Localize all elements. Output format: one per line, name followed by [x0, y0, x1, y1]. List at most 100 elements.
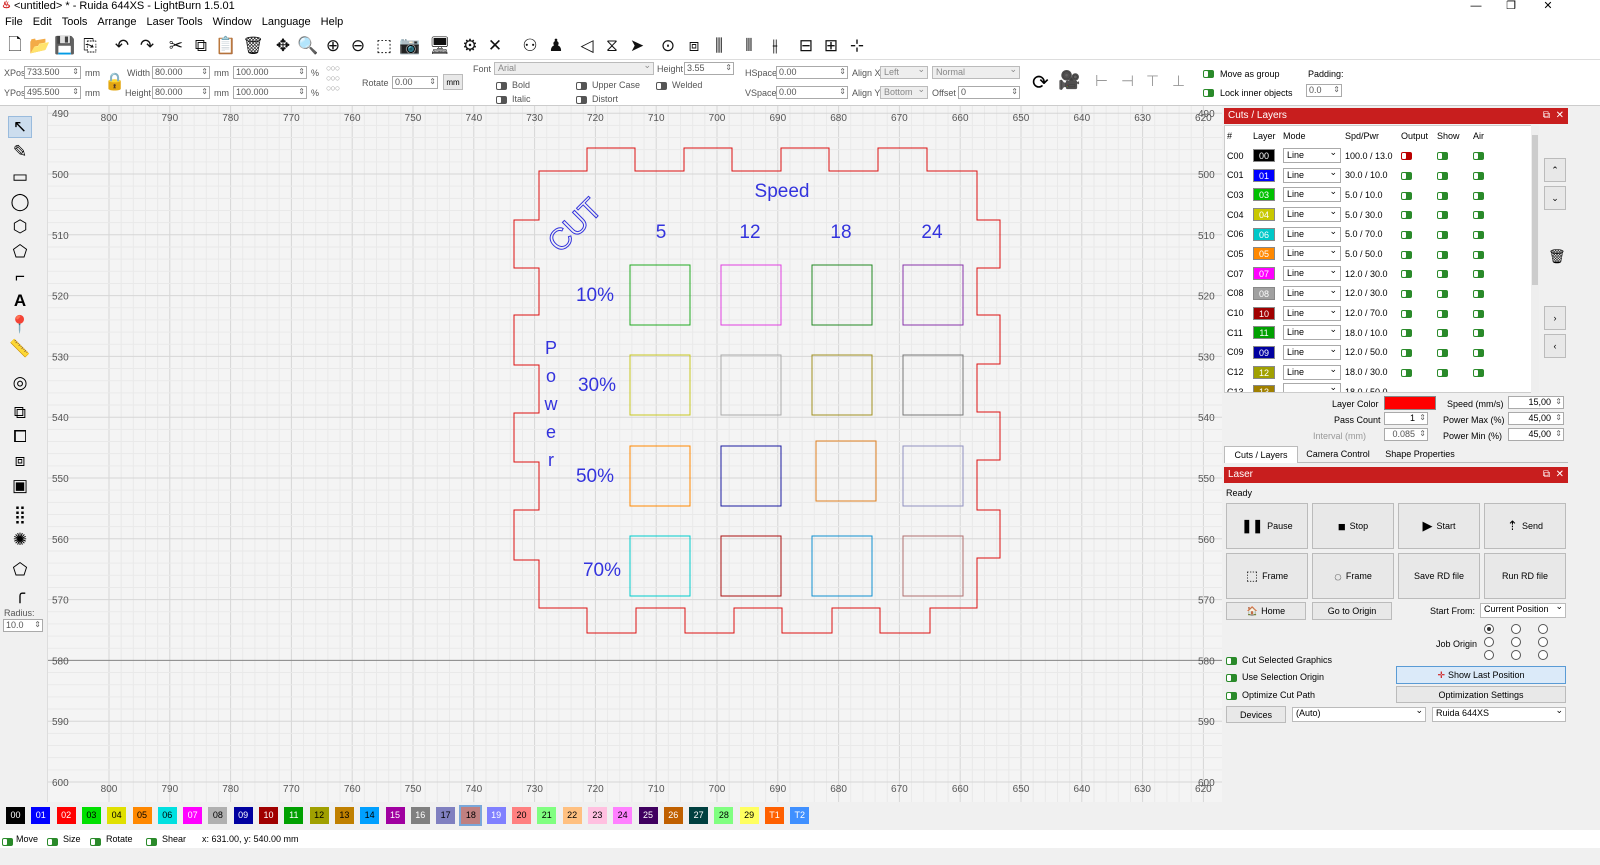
palette-color-29[interactable]: 29 — [739, 807, 759, 824]
palette-color-12[interactable]: 12 — [309, 807, 329, 824]
device-port-select[interactable]: (Auto) — [1292, 705, 1426, 722]
cut-layer-row[interactable]: C06 06 Line 5.0 / 70.0 — [1225, 224, 1507, 244]
layer-mode-select[interactable]: Line — [1283, 205, 1341, 223]
xpos-input[interactable]: 733.500 — [24, 66, 81, 79]
output-toggle[interactable] — [1401, 349, 1412, 358]
vspace-input[interactable]: 0.00 — [776, 86, 848, 99]
cut-selected-toggle[interactable] — [1226, 655, 1237, 667]
cut-icon[interactable]: ✂ — [165, 35, 187, 57]
palette-color-02[interactable]: 02 — [56, 807, 76, 824]
bold-toggle[interactable] — [496, 80, 507, 92]
save-icon[interactable]: 💾 — [54, 35, 76, 57]
align-y-select[interactable]: Bottom — [880, 84, 928, 99]
output-toggle[interactable] — [1401, 191, 1412, 200]
settings-gear-icon[interactable]: ⚙ — [459, 35, 481, 57]
devices-button[interactable]: Devices — [1226, 706, 1286, 723]
run-rd-button[interactable]: Run RD file — [1484, 553, 1566, 599]
output-toggle[interactable] — [1401, 230, 1412, 239]
laser-float-icon[interactable]: ⧉ — [1543, 467, 1550, 483]
tools-icon[interactable]: ✕ — [484, 35, 506, 57]
menu-window[interactable]: Window — [208, 14, 257, 28]
job-origin-radio[interactable] — [1511, 624, 1521, 634]
user-icon[interactable]: ♟ — [545, 35, 567, 57]
start-from-select[interactable]: Current Position — [1480, 601, 1566, 618]
show-toggle[interactable] — [1437, 329, 1448, 338]
layer-swatch[interactable]: 05 — [1253, 247, 1275, 261]
upper-case-toggle[interactable] — [576, 80, 587, 92]
position-marker-icon[interactable]: 📍 — [8, 314, 32, 336]
paste-icon[interactable]: 📋 — [215, 35, 237, 57]
array-grid-icon[interactable]: ⣿ — [8, 504, 32, 526]
air-toggle[interactable] — [1473, 270, 1484, 279]
palette-color-24[interactable]: 24 — [613, 807, 633, 824]
show-toggle[interactable] — [1437, 152, 1448, 161]
font-select[interactable]: Arial — [494, 60, 654, 75]
output-toggle[interactable] — [1401, 329, 1412, 338]
air-toggle[interactable] — [1473, 230, 1484, 239]
cut-layer-row[interactable]: C00 00 Line 100.0 / 13.0 — [1225, 146, 1507, 166]
speed-input[interactable]: 15,00 — [1508, 396, 1564, 409]
layer-color-swatch[interactable] — [1384, 396, 1436, 410]
mirror-icon[interactable]: ⧖ — [601, 35, 623, 57]
palette-color-03[interactable]: 03 — [81, 807, 101, 824]
height-input[interactable]: 80.000 — [152, 86, 210, 99]
palette-color-21[interactable]: 21 — [537, 807, 557, 824]
save-rd-button[interactable]: Save RD file — [1398, 553, 1480, 599]
layer-mode-select[interactable]: Line — [1283, 304, 1341, 321]
palette-color-T2[interactable]: T2 — [790, 807, 810, 824]
palette-color-27[interactable]: 27 — [689, 807, 709, 824]
layer-swatch[interactable]: 01 — [1253, 168, 1275, 182]
output-toggle[interactable] — [1401, 368, 1412, 377]
layer-mode-select[interactable]: Line — [1283, 225, 1341, 242]
air-toggle[interactable] — [1473, 349, 1484, 358]
cut-layer-row[interactable]: C09 09 Line 12.0 / 50.0 — [1225, 343, 1507, 363]
flip-icon[interactable]: ◁ — [576, 35, 598, 57]
layer-mode-select[interactable] — [1283, 381, 1341, 392]
layer-swatch[interactable]: 11 — [1253, 326, 1275, 340]
target-icon[interactable]: ⊙ — [657, 35, 679, 57]
rotate-input[interactable]: 0.00 — [392, 76, 438, 89]
power-max-input[interactable]: 45,00 — [1508, 412, 1564, 425]
air-toggle[interactable] — [1473, 211, 1484, 220]
center-icon[interactable]: ⊹ — [846, 35, 868, 57]
layer-swatch[interactable]: 00 — [1253, 149, 1275, 163]
unit-toggle-button[interactable]: mm — [443, 74, 463, 90]
anchor-grid-icon[interactable]: ○○○ ○○○ ○○○ — [326, 63, 340, 93]
align-left-icon[interactable]: ⊢ — [1095, 72, 1108, 90]
palette-color-22[interactable]: 22 — [562, 807, 582, 824]
menu-tools[interactable]: Tools — [57, 14, 93, 28]
interval-input[interactable]: 0.085 — [1384, 428, 1428, 441]
layer-swatch[interactable]: 10 — [1253, 306, 1275, 320]
palette-color-16[interactable]: 16 — [410, 807, 430, 824]
layer-mode-select[interactable]: Line — [1283, 146, 1341, 164]
height-percent-input[interactable]: 100.000 — [233, 86, 307, 99]
import-icon[interactable]: ⎘ — [79, 35, 101, 57]
align-top-icon[interactable]: ⫴ — [738, 35, 760, 57]
layer-swatch[interactable]: 13 — [1253, 385, 1275, 392]
ellipse-icon[interactable]: ◯ — [8, 191, 32, 213]
convert-path-icon[interactable]: ⬠ — [8, 559, 32, 581]
corner-radius-icon[interactable]: ╭ — [8, 583, 32, 605]
palette-color-26[interactable]: 26 — [663, 807, 683, 824]
zoom-in-icon[interactable]: ⊕ — [322, 35, 344, 57]
frame-rect-button[interactable]: ⬚ Frame — [1226, 553, 1308, 599]
move-layer-up-icon[interactable]: ⌃ — [1544, 158, 1566, 182]
welded-toggle[interactable] — [656, 80, 667, 92]
boolean-intersect-icon[interactable]: ⧈ — [8, 450, 32, 472]
cut-layer-row[interactable]: C11 11 Line 18.0 / 10.0 — [1225, 323, 1507, 343]
send-button[interactable]: ⇡ Send — [1484, 503, 1566, 549]
menu-file[interactable]: File — [0, 14, 28, 28]
cut-layer-row[interactable]: C12 12 Line 18.0 / 30.0 — [1225, 362, 1507, 382]
boolean-union-icon[interactable]: ⧉ — [8, 402, 32, 424]
close-panel-icon[interactable]: ✕ — [1556, 108, 1564, 124]
layer-swatch[interactable]: 09 — [1253, 345, 1275, 359]
air-toggle[interactable] — [1473, 368, 1484, 377]
start-button[interactable]: ▶ Start — [1398, 503, 1480, 549]
send-icon[interactable]: ➤ — [626, 35, 648, 57]
palette-color-11[interactable]: 11 — [284, 807, 304, 824]
show-toggle[interactable] — [1437, 230, 1448, 239]
layer-mode-select[interactable]: Line — [1283, 244, 1341, 262]
offset-shapes-icon[interactable]: ◎ — [8, 372, 32, 394]
go-to-origin-button[interactable]: Go to Origin — [1312, 602, 1392, 620]
undo-icon[interactable]: ↶ — [111, 35, 133, 57]
